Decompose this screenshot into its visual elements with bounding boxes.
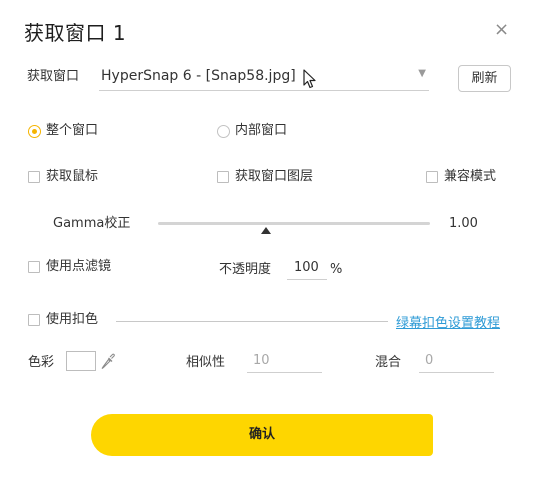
dot-filter-label: 使用点滤镜 <box>46 259 112 274</box>
capture-layers-label: 获取窗口图层 <box>235 169 314 184</box>
color-swatch[interactable] <box>66 351 96 371</box>
checkbox-capture-cursor[interactable] <box>28 171 40 183</box>
radio-whole-window-label: 整个窗口 <box>46 123 99 138</box>
color-label: 色彩 <box>28 355 55 370</box>
gamma-value: 1.00 <box>449 216 478 231</box>
opacity-unit: % <box>330 262 343 277</box>
window-select-value: HyperSnap 6 - [Snap58.jpg] <box>101 68 296 84</box>
divider <box>116 321 388 322</box>
blend-input-value: 0 <box>425 353 434 368</box>
blend-input[interactable]: 0 <box>419 351 494 373</box>
similarity-label: 相似性 <box>186 355 226 370</box>
checkbox-dot-filter[interactable] <box>28 261 40 273</box>
close-icon[interactable]: × <box>494 20 509 40</box>
chevron-down-icon[interactable]: ▼ <box>418 68 426 79</box>
mouse-pointer-icon <box>303 69 317 93</box>
eyedropper-icon[interactable] <box>100 352 116 374</box>
similarity-input[interactable]: 10 <box>247 351 322 373</box>
gamma-slider-handle[interactable] <box>261 227 271 234</box>
opacity-input-value: 100 <box>294 260 319 275</box>
refresh-button[interactable]: 刷新 <box>458 65 511 92</box>
capture-cursor-label: 获取鼠标 <box>46 169 99 184</box>
dialog-title: 获取窗口 1 <box>24 21 127 45</box>
checkbox-compat-mode[interactable] <box>426 171 438 183</box>
blend-label: 混合 <box>375 355 402 370</box>
window-select[interactable]: HyperSnap 6 - [Snap58.jpg] ▼ <box>99 63 429 91</box>
opacity-input[interactable]: 100 <box>287 258 327 280</box>
chroma-key-label: 使用扣色 <box>46 312 99 327</box>
checkbox-chroma-key[interactable] <box>28 314 40 326</box>
gamma-label: Gamma校正 <box>53 216 131 231</box>
radio-whole-window[interactable] <box>28 125 41 138</box>
radio-inner-window-label: 内部窗口 <box>235 123 288 138</box>
gamma-slider[interactable] <box>158 222 430 225</box>
similarity-input-value: 10 <box>253 353 270 368</box>
checkbox-capture-layers[interactable] <box>217 171 229 183</box>
compat-mode-label: 兼容模式 <box>444 169 497 184</box>
capture-window-label: 获取窗口 <box>27 69 80 84</box>
confirm-button[interactable]: 确认 <box>91 414 433 456</box>
chroma-tutorial-link[interactable]: 绿幕扣色设置教程 <box>396 312 500 331</box>
radio-inner-window[interactable] <box>217 125 230 138</box>
opacity-label: 不透明度 <box>219 262 272 277</box>
